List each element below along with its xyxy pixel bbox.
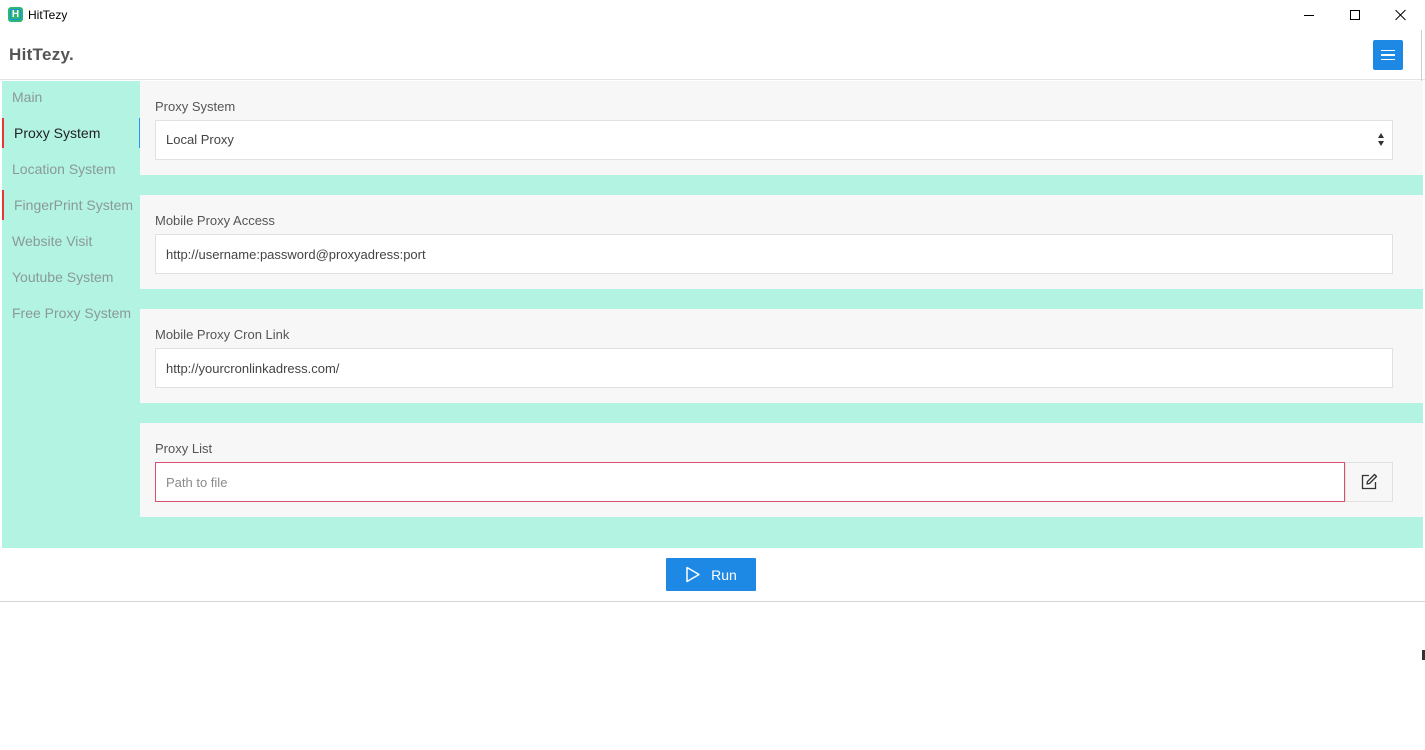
footer-bar: Run <box>0 548 1425 602</box>
close-icon <box>1395 9 1407 21</box>
sidebar-item-fingerprint-system[interactable]: FingerPrint System <box>2 190 140 220</box>
mobile-proxy-cron-link-label: Mobile Proxy Cron Link <box>155 327 290 342</box>
proxy-list-field <box>155 462 1345 502</box>
app-logo-icon: H <box>8 7 23 22</box>
edit-icon <box>1361 473 1378 490</box>
hamburger-icon <box>1381 49 1395 52</box>
proxy-system-selected-value: Local Proxy <box>166 132 234 147</box>
hamburger-icon-bar <box>1381 54 1395 56</box>
mobile-proxy-cron-link-section: Mobile Proxy Cron Link <box>140 309 1423 403</box>
mobile-proxy-cron-link-field <box>155 348 1393 388</box>
mobile-proxy-access-field <box>155 234 1393 274</box>
mobile-proxy-cron-link-input[interactable] <box>166 349 1392 387</box>
proxy-list-input[interactable] <box>166 463 1344 501</box>
proxy-system-select[interactable]: Local Proxy <box>155 120 1393 160</box>
proxy-system-label: Proxy System <box>155 99 236 114</box>
content-area: Main Proxy System Location System Finger… <box>2 81 1423 548</box>
settings-panel: Proxy System Local Proxy Mobile Proxy Ac… <box>140 81 1423 548</box>
proxy-list-section: Proxy List <box>140 423 1423 517</box>
hamburger-icon-bar <box>1381 58 1395 61</box>
maximize-icon <box>1350 10 1360 20</box>
proxy-system-section: Proxy System Local Proxy <box>140 81 1423 175</box>
window-titlebar: H HitTezy <box>0 0 1425 30</box>
sidebar-item-location-system[interactable]: Location System <box>2 154 140 184</box>
sidebar: Main Proxy System Location System Finger… <box>2 81 140 548</box>
brand-title: HitTezy. <box>9 45 75 64</box>
minimize-button[interactable] <box>1286 0 1332 30</box>
proxy-list-label: Proxy List <box>155 441 213 456</box>
run-button-label: Run <box>711 566 737 583</box>
window-title: HitTezy <box>28 8 68 22</box>
sidebar-item-youtube-system[interactable]: Youtube System <box>2 262 140 292</box>
browse-file-button[interactable] <box>1345 462 1393 502</box>
sidebar-item-main[interactable]: Main <box>2 82 140 112</box>
select-arrows-icon <box>1378 133 1384 147</box>
sidebar-item-website-visit[interactable]: Website Visit <box>2 226 140 256</box>
mobile-proxy-access-section: Mobile Proxy Access <box>140 195 1423 289</box>
play-icon <box>686 566 700 583</box>
mobile-proxy-access-label: Mobile Proxy Access <box>155 213 275 228</box>
close-button[interactable] <box>1378 0 1424 30</box>
run-button[interactable]: Run <box>666 558 756 591</box>
minimize-icon <box>1304 14 1314 16</box>
mobile-proxy-access-input[interactable] <box>166 235 1392 273</box>
maximize-button[interactable] <box>1332 0 1378 30</box>
app-header: HitTezy. <box>0 30 1425 80</box>
sidebar-item-free-proxy-system[interactable]: Free Proxy System <box>2 298 140 328</box>
sidebar-item-proxy-system[interactable]: Proxy System <box>2 118 140 148</box>
hamburger-menu-button[interactable] <box>1373 40 1403 70</box>
